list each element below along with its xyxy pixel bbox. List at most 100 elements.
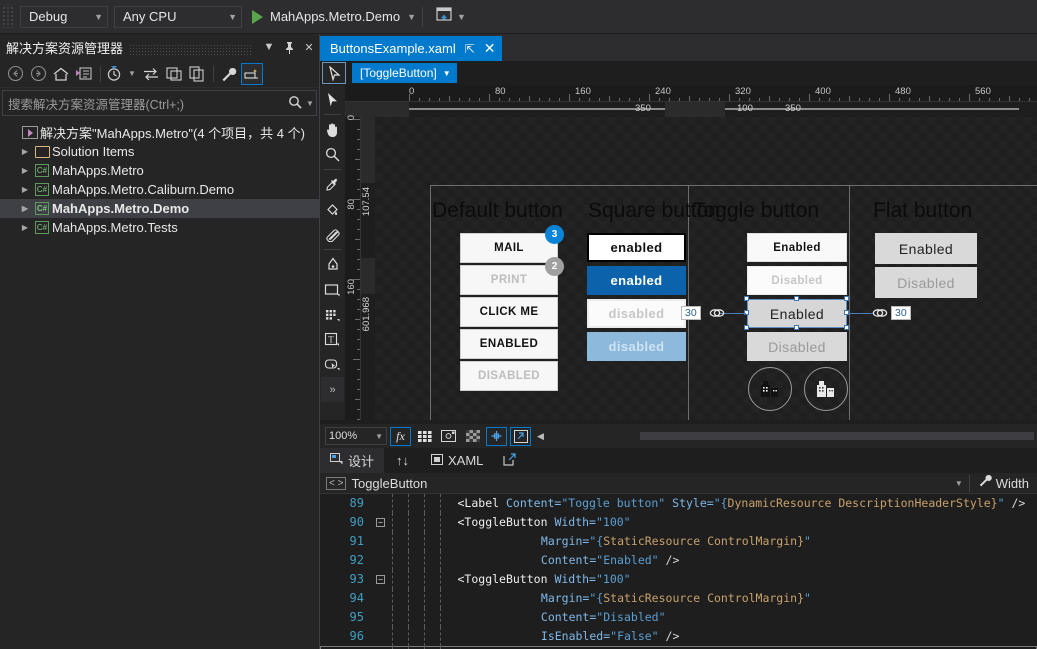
eraser-icon[interactable] bbox=[321, 222, 344, 247]
effects-fx-icon[interactable]: fx bbox=[390, 426, 411, 446]
button-icon[interactable] bbox=[321, 352, 344, 377]
chevron-left-icon[interactable]: ◀ bbox=[537, 431, 544, 442]
button-enabled[interactable]: ENABLED bbox=[460, 329, 558, 359]
chevron-right-icon[interactable]: ▶ bbox=[18, 185, 32, 194]
code-line[interactable]: 95 Content="Disabled" bbox=[320, 608, 1037, 627]
home-icon[interactable] bbox=[50, 63, 72, 85]
tab-xaml[interactable]: XAML bbox=[421, 448, 493, 473]
toggle-button-enabled-1[interactable]: Enabled bbox=[747, 233, 847, 262]
xaml-code-editor[interactable]: 89 <Label Content="Toggle button" Style="… bbox=[320, 494, 1037, 649]
tree-row-mahapps-metro[interactable]: ▶ C# MahApps.Metro bbox=[0, 161, 319, 180]
forward-arrow-icon[interactable] bbox=[27, 63, 49, 85]
flat-button-enabled[interactable]: Enabled bbox=[875, 233, 977, 264]
pen-icon[interactable] bbox=[321, 252, 344, 277]
tree-row-solution[interactable]: 解决方案"MahApps.Metro"(4 个项目，共 4 个) bbox=[0, 123, 319, 142]
code-line[interactable]: 89 <Label Content="Toggle button" Style="… bbox=[320, 494, 1037, 513]
search-icon[interactable] bbox=[284, 95, 306, 112]
code-line[interactable]: 90 − <ToggleButton Width="100" bbox=[320, 513, 1037, 532]
selection-handle-bl[interactable] bbox=[744, 325, 749, 330]
margin-value-left[interactable]: 30 bbox=[681, 306, 701, 320]
code-line[interactable]: 91 Margin="{StaticResource ControlMargin}… bbox=[320, 532, 1037, 551]
chevron-right-icon[interactable]: ▶ bbox=[18, 147, 32, 156]
copy-icon[interactable] bbox=[186, 63, 208, 85]
selection-handle-br[interactable] bbox=[844, 325, 849, 330]
selection-handle-bc[interactable] bbox=[794, 325, 799, 330]
tree-row-solution-items[interactable]: ▶ Solution Items bbox=[0, 142, 319, 161]
close-icon[interactable]: ✕ bbox=[299, 37, 319, 57]
search-input[interactable]: 搜索解决方案资源管理器(Ctrl+;) bbox=[3, 94, 284, 113]
chevron-down-icon[interactable]: ▼ bbox=[955, 479, 963, 488]
pointer-select-icon[interactable] bbox=[322, 62, 346, 84]
selection-handle-tr[interactable] bbox=[844, 296, 849, 301]
flat-button-disabled[interactable]: Disabled bbox=[875, 267, 977, 298]
margin-link-icon-left[interactable] bbox=[709, 306, 725, 325]
toggle-button-disabled-flat[interactable]: Disabled bbox=[747, 332, 847, 361]
button-click-me[interactable]: CLICK ME bbox=[460, 297, 558, 327]
overflow-icon[interactable]: » bbox=[321, 377, 344, 402]
sync-icon[interactable] bbox=[140, 63, 162, 85]
pointer-select-icon[interactable] bbox=[321, 87, 344, 112]
toggle-button-enabled-flat-selected[interactable]: Enabled bbox=[747, 299, 847, 328]
properties-icon[interactable] bbox=[218, 63, 240, 85]
zoom-magnifier-icon[interactable] bbox=[321, 142, 344, 167]
square-button-disabled-accent[interactable]: disabled bbox=[587, 332, 686, 361]
margin-link-icon-right[interactable] bbox=[872, 306, 888, 325]
code-line[interactable]: 96 IsEnabled="False" /> bbox=[320, 627, 1037, 646]
snap-to-alignment-icon[interactable] bbox=[486, 426, 507, 446]
pin-icon[interactable]: ⇱ bbox=[465, 42, 475, 56]
design-canvas[interactable]: Default button Square button Toggle butt… bbox=[375, 117, 1037, 420]
start-debug-group[interactable]: MahApps.Metro.Demo ▼ bbox=[252, 9, 416, 24]
square-button-disabled-outline[interactable]: disabled bbox=[587, 299, 686, 328]
pending-changes-icon[interactable] bbox=[105, 63, 127, 85]
chevron-down-icon[interactable]: ▼ bbox=[259, 37, 279, 57]
toolbar-grip[interactable] bbox=[2, 5, 14, 28]
tab-design[interactable]: 设计 bbox=[320, 448, 385, 473]
selection-handle-tl[interactable] bbox=[744, 296, 749, 301]
grid-icon[interactable] bbox=[321, 302, 344, 327]
button-mail[interactable]: MAIL bbox=[460, 233, 558, 263]
tree-row-mahapps-metro-demo[interactable]: ▶ C# MahApps.Metro.Demo bbox=[0, 199, 319, 218]
tab-buttonsexample-xaml[interactable]: ButtonsExample.xaml ⇱ ✕ bbox=[320, 36, 502, 61]
selected-element-chip[interactable]: [ToggleButton] ▼ bbox=[352, 63, 457, 83]
toggle-button-disabled-1[interactable]: Disabled bbox=[747, 266, 847, 295]
chevron-down-icon[interactable]: ▼ bbox=[457, 12, 466, 22]
zoom-level-combo[interactable]: 100% ▼ bbox=[325, 427, 387, 445]
tree-row-mahapps-caliburn-demo[interactable]: ▶ C# MahApps.Metro.Caliburn.Demo bbox=[0, 180, 319, 199]
solution-platform-combo[interactable]: Any CPU ▼ bbox=[114, 5, 242, 28]
chevron-right-icon[interactable]: ▶ bbox=[18, 204, 32, 213]
pan-hand-icon[interactable] bbox=[321, 117, 344, 142]
width-property-button[interactable]: Width bbox=[970, 474, 1037, 492]
fold-toggle-icon[interactable]: − bbox=[376, 518, 385, 527]
chevron-right-icon[interactable]: ▶ bbox=[18, 166, 32, 175]
textblock-icon[interactable]: T bbox=[321, 327, 344, 352]
square-button-enabled-accent[interactable]: enabled bbox=[587, 266, 686, 295]
transparency-icon[interactable] bbox=[462, 427, 483, 446]
code-line[interactable]: 92 Content="Enabled" /> bbox=[320, 551, 1037, 570]
button-disabled[interactable]: DISABLED bbox=[460, 361, 558, 391]
swap-panes-button[interactable]: ↑↓ bbox=[384, 453, 421, 468]
paint-bucket-icon[interactable] bbox=[321, 197, 344, 222]
window-layout-icon[interactable] bbox=[435, 6, 453, 28]
square-button-enabled-outline[interactable]: enabled bbox=[587, 233, 686, 262]
selection-handle-tc[interactable] bbox=[794, 296, 799, 301]
chevron-right-icon[interactable]: ▶ bbox=[18, 223, 32, 232]
back-arrow-icon[interactable] bbox=[4, 63, 26, 85]
chevron-down-icon[interactable]: ▼ bbox=[128, 69, 136, 78]
code-line[interactable]: 94 Margin="{StaticResource ControlMargin}… bbox=[320, 589, 1037, 608]
preview-selected-items-icon[interactable] bbox=[240, 62, 263, 85]
snap-to-gridlines-icon[interactable] bbox=[438, 427, 459, 446]
chevron-down-icon[interactable]: ▼ bbox=[407, 12, 416, 22]
toggle-icon-button-checked[interactable] bbox=[748, 367, 792, 411]
fold-toggle-icon[interactable]: − bbox=[376, 575, 385, 584]
solution-configuration-combo[interactable]: Debug ▼ bbox=[20, 5, 108, 28]
eyedropper-icon[interactable] bbox=[321, 172, 344, 197]
collapse-all-icon[interactable] bbox=[163, 63, 185, 85]
artboard-icon[interactable] bbox=[510, 426, 531, 446]
close-icon[interactable]: ✕ bbox=[484, 40, 496, 57]
chevron-down-icon[interactable]: ▼ bbox=[306, 99, 316, 108]
tree-row-mahapps-metro-tests[interactable]: ▶ C# MahApps.Metro.Tests bbox=[0, 218, 319, 237]
rectangle-icon[interactable] bbox=[321, 277, 344, 302]
grid-snap-icon[interactable] bbox=[414, 427, 435, 446]
designer-horizontal-scrollbar[interactable] bbox=[640, 432, 1034, 440]
button-print[interactable]: PRINT bbox=[460, 265, 558, 295]
